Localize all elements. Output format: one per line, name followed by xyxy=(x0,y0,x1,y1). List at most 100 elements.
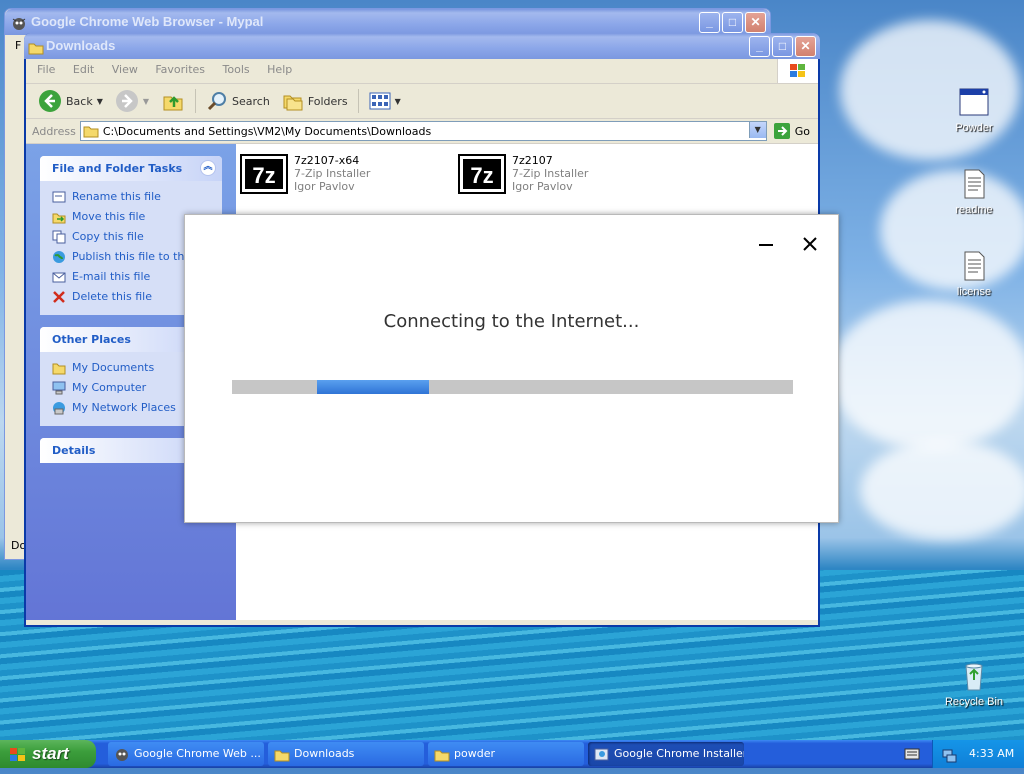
up-folder-button[interactable] xyxy=(157,86,189,116)
taskbar-button-downloads[interactable]: Downloads xyxy=(268,742,424,766)
task-rename-file[interactable]: Rename this file xyxy=(52,187,210,207)
chevron-down-icon: ▼ xyxy=(394,96,401,106)
folders-button[interactable]: Folders xyxy=(278,86,352,116)
mypal-titlebar[interactable]: Google Chrome Web Browser - Mypal _ □ ✕ xyxy=(5,9,770,35)
folder-icon xyxy=(274,747,290,766)
system-tray: 4:33 AM xyxy=(932,740,1024,768)
explorer-titlebar[interactable]: Downloads _ □ ✕ xyxy=(24,33,820,59)
taskbar-button-powder[interactable]: powder xyxy=(428,742,584,766)
window-app-icon xyxy=(958,86,990,118)
network-tray-icon[interactable] xyxy=(941,746,957,774)
address-field[interactable]: C:\Documents and Settings\VM2\My Documen… xyxy=(79,121,767,141)
back-arrow-icon xyxy=(39,90,61,112)
maximize-button[interactable]: □ xyxy=(772,36,793,57)
forward-arrow-icon xyxy=(115,90,138,112)
windows-flag-icon xyxy=(9,745,27,773)
start-button[interactable]: start xyxy=(0,740,96,768)
clock[interactable]: 4:33 AM xyxy=(969,740,1014,768)
mypal-menu-fragment[interactable]: F xyxy=(15,39,21,52)
desktop-icon-readme[interactable]: readme xyxy=(939,168,1009,216)
taskbar-button-mypal[interactable]: Google Chrome Web ... xyxy=(108,742,264,766)
chevron-down-icon: ▼ xyxy=(142,96,150,106)
up-folder-icon xyxy=(163,96,183,111)
installer-status-message: Connecting to the Internet... xyxy=(383,311,640,332)
taskbar: start Google Chrome Web ... Downloads po… xyxy=(0,740,1024,768)
views-icon xyxy=(369,92,391,110)
move-icon xyxy=(52,210,66,224)
views-button[interactable]: ▼ xyxy=(365,86,405,116)
installer-progress-indicator xyxy=(317,380,430,394)
file-author: Igor Pavlov xyxy=(294,180,355,193)
copy-icon xyxy=(52,230,66,244)
forward-button[interactable]: ▼ xyxy=(111,86,153,116)
svg-text:7z: 7z xyxy=(470,163,493,188)
mypal-window-title: Google Chrome Web Browser - Mypal xyxy=(31,14,264,29)
installer-icon xyxy=(594,746,610,766)
installer-minimize-button[interactable] xyxy=(755,233,777,255)
search-icon xyxy=(207,92,227,111)
collapse-chevron-icon[interactable]: ︽ xyxy=(200,160,216,176)
text-document-icon xyxy=(958,250,990,282)
file-name: 7z2107-x64 xyxy=(294,154,360,167)
go-arrow-icon xyxy=(773,123,790,139)
desktop-icon-powder[interactable]: Powder xyxy=(939,86,1009,134)
menu-file[interactable]: File xyxy=(30,59,62,81)
details-title: Details xyxy=(52,444,96,457)
folder-icon xyxy=(434,747,450,766)
file-item[interactable]: 7z 7z2107 7-Zip Installer Igor Pavlov xyxy=(458,154,588,197)
close-button[interactable]: ✕ xyxy=(795,36,816,57)
folder-icon xyxy=(83,126,99,138)
keyboard-icon[interactable] xyxy=(904,747,920,764)
text-document-icon xyxy=(958,168,990,200)
recycle-bin-icon xyxy=(958,660,990,692)
installer-progress-bar xyxy=(232,380,793,394)
maximize-button[interactable]: □ xyxy=(722,12,743,33)
svg-text:7z: 7z xyxy=(252,163,275,188)
mypal-icon xyxy=(114,746,130,766)
chevron-down-icon: ▼ xyxy=(96,96,103,106)
search-button[interactable]: Search xyxy=(202,86,274,116)
chrome-installer-dialog[interactable]: Connecting to the Internet... xyxy=(184,214,839,523)
file-folder-tasks-header[interactable]: File and Folder Tasks ︽ xyxy=(40,156,222,181)
desktop-icon-label: license xyxy=(956,286,992,298)
file-author: Igor Pavlov xyxy=(512,180,573,193)
network-icon xyxy=(52,401,66,415)
seven-zip-icon: 7z xyxy=(458,154,506,197)
explorer-window-title: Downloads xyxy=(46,38,116,53)
file-item[interactable]: 7z 7z2107-x64 7-Zip Installer Igor Pavlo… xyxy=(240,154,370,197)
installer-close-button[interactable] xyxy=(799,233,821,255)
standard-toolbar: Back ▼ ▼ Search Folders ▼ xyxy=(26,84,818,119)
folders-icon xyxy=(283,95,303,111)
file-folder-tasks-title: File and Folder Tasks xyxy=(52,162,183,175)
minimize-icon xyxy=(759,244,773,246)
minimize-button[interactable]: _ xyxy=(749,36,770,57)
search-label: Search xyxy=(232,94,270,108)
desktop-icon-license[interactable]: license xyxy=(939,250,1009,298)
folders-label: Folders xyxy=(307,94,348,108)
minimize-button[interactable]: _ xyxy=(699,12,720,33)
rename-icon xyxy=(52,190,66,204)
globe-icon xyxy=(52,250,66,264)
folder-icon xyxy=(52,361,66,375)
menu-help[interactable]: Help xyxy=(260,59,299,81)
close-icon xyxy=(803,237,817,251)
menu-favorites[interactable]: Favorites xyxy=(148,59,212,81)
taskbar-button-chrome-installer[interactable]: Google Chrome Installer xyxy=(588,742,744,766)
go-button[interactable]: Go xyxy=(771,122,818,140)
menu-edit[interactable]: Edit xyxy=(66,59,101,81)
menu-view[interactable]: View xyxy=(105,59,145,81)
windows-logo-icon xyxy=(777,59,818,83)
address-value: C:\Documents and Settings\VM2\My Documen… xyxy=(102,124,432,138)
menu-tools[interactable]: Tools xyxy=(216,59,257,81)
address-label: Address xyxy=(32,124,76,138)
file-name: 7z2107 xyxy=(512,154,553,167)
go-label: Go xyxy=(794,124,810,138)
file-type: 7-Zip Installer xyxy=(294,167,371,180)
back-button[interactable]: Back ▼ xyxy=(34,86,107,116)
desktop-icon-label: readme xyxy=(955,204,993,216)
address-dropdown-button[interactable]: ▼ xyxy=(748,122,766,138)
back-label: Back xyxy=(66,94,93,108)
close-button[interactable]: ✕ xyxy=(745,12,766,33)
desktop-icon-recycle-bin[interactable]: Recycle Bin xyxy=(939,660,1009,708)
email-icon xyxy=(52,270,66,284)
